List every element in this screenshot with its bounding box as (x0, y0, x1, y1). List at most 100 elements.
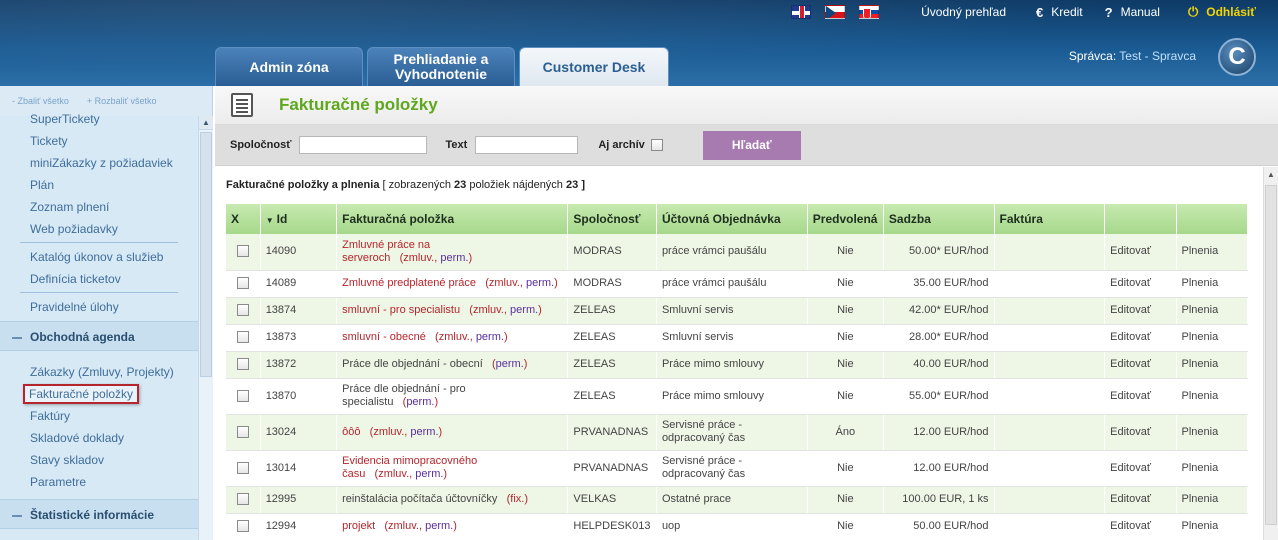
company-input[interactable] (298, 136, 427, 154)
invoice-cell (994, 450, 1106, 487)
edit-link[interactable]: Editovať (1104, 450, 1177, 487)
text-input[interactable] (475, 136, 579, 154)
sidebar-item-supertickets[interactable]: SuperTickety (0, 108, 198, 130)
sidebar-item-minizakazky[interactable]: miniZákazky z požiadaviek (0, 152, 198, 174)
admin-user-name[interactable]: Test - Spravca (1119, 49, 1196, 63)
company-cell: PRVANADNAS (567, 450, 657, 487)
czech-flag-icon[interactable] (825, 5, 846, 19)
invoice-cell (994, 513, 1106, 540)
row-checkbox[interactable] (236, 331, 249, 344)
row-checkbox[interactable] (236, 304, 249, 317)
sidebar-item-recurring-tasks[interactable]: Pravidelné úlohy (0, 296, 198, 318)
edit-link[interactable]: Editovať (1104, 324, 1177, 352)
edit-link[interactable]: Editovať (1104, 513, 1177, 540)
sidebar-item-parameters[interactable]: Parametre (0, 471, 198, 493)
row-checkbox[interactable] (236, 493, 249, 506)
sidebar-item-plan[interactable]: Plán (0, 174, 198, 196)
row-select-cell (226, 486, 261, 514)
item-name[interactable]: smluvní - obecné (342, 331, 426, 343)
row-select-cell (226, 297, 261, 325)
tab-customer-desk[interactable]: Customer Desk (519, 47, 669, 86)
sidebar-item-stock-levels[interactable]: Stavy skladov (0, 449, 198, 471)
column-header-invoice[interactable]: Faktúra (994, 204, 1106, 234)
edit-link[interactable]: Editovať (1104, 351, 1177, 379)
row-checkbox[interactable] (236, 277, 249, 290)
rate-cell: 12.00 EUR/hod (883, 450, 995, 487)
overview-link[interactable]: Úvodný prehľad (921, 5, 1006, 19)
fulfil-link[interactable]: Plnenia (1176, 513, 1249, 540)
order-cell: uop (656, 513, 808, 540)
tab-admin-zone[interactable]: Admin zóna (215, 47, 363, 86)
column-header-rate[interactable]: Sadzba (883, 204, 995, 234)
fulfil-link[interactable]: Plnenia (1176, 297, 1249, 325)
column-header-order[interactable]: Účtovná Objednávka (656, 204, 808, 234)
column-header-id[interactable]: ▼ Id (260, 204, 338, 234)
company-cell: ZELEAS (567, 378, 657, 415)
table-row: 13874 smluvní - pro specialistu (zmluv., … (226, 297, 1249, 325)
sidebar-item-web-requests[interactable]: Web požiadavky (0, 218, 198, 240)
column-header-default[interactable]: Predvolená (807, 204, 884, 234)
sidebar-section-business[interactable]: Obchodná agenda (0, 321, 198, 351)
table-row: 13024 ôôô (zmluv., perm.) PRVANADNAS Servis… (226, 414, 1249, 451)
archive-checkbox[interactable] (650, 139, 663, 151)
item-cell: Práce dle objednání - pro specialistu (pe… (336, 378, 569, 415)
fulfil-link[interactable]: Plnenia (1176, 450, 1249, 487)
rate-cell: 42.00* EUR/hod (883, 297, 995, 325)
edit-link[interactable]: Editovať (1104, 270, 1177, 298)
edit-link[interactable]: Editovať (1104, 234, 1177, 271)
sidebar-item-stock-documents[interactable]: Skladové doklady (0, 427, 198, 449)
item-name[interactable]: reinštalácia počítača účtovníčky (342, 493, 497, 505)
fulfil-link[interactable]: Plnenia (1176, 414, 1249, 451)
row-checkbox[interactable] (236, 389, 249, 402)
row-checkbox[interactable] (236, 245, 249, 258)
logout-link[interactable]: ⏻ Odhlásiť (1188, 4, 1256, 20)
fulfil-link[interactable]: Plnenia (1176, 270, 1249, 298)
column-header-item[interactable]: Fakturačná položka (336, 204, 569, 234)
english-flag-icon[interactable] (791, 5, 812, 19)
edit-link[interactable]: Editovať (1104, 486, 1177, 514)
search-button[interactable]: Hľadať (702, 130, 801, 160)
scrollbar-thumb[interactable] (200, 132, 212, 377)
fulfil-link[interactable]: Plnenia (1176, 486, 1249, 514)
sidebar-item-ticket-definition[interactable]: Definícia ticketov (0, 268, 198, 290)
item-name[interactable]: Zmluvné predplatené práce (342, 277, 476, 289)
sidebar-item-invoices[interactable]: Faktúry (0, 405, 198, 427)
item-name[interactable]: ôôô (342, 426, 360, 438)
order-cell: Servisné práce - odpracovaný čas (656, 450, 808, 487)
row-checkbox[interactable] (236, 461, 249, 474)
sidebar-item-contracts[interactable]: Zákazky (Zmluvy, Projekty) (0, 361, 198, 383)
main-scrollbar[interactable]: ▲ (1263, 167, 1278, 540)
credit-link[interactable]: € Kredit (1036, 5, 1083, 20)
row-checkbox[interactable] (236, 425, 249, 438)
fulfil-link[interactable]: Plnenia (1176, 324, 1249, 352)
scroll-up-icon[interactable]: ▲ (1264, 167, 1278, 181)
row-checkbox[interactable] (236, 520, 249, 533)
row-checkbox[interactable] (236, 358, 249, 371)
scroll-up-icon[interactable]: ▲ (199, 116, 213, 130)
item-name[interactable]: projekt (342, 520, 375, 532)
scrollbar-thumb[interactable] (1265, 185, 1277, 525)
tab-browse-evaluate[interactable]: Prehliadanie a Vyhodnotenie (367, 47, 515, 86)
fulfil-link[interactable]: Plnenia (1176, 234, 1249, 271)
sidebar-section-statistics[interactable]: Štatistické informácie (0, 499, 198, 529)
column-header-company[interactable]: Spoločnosť (567, 204, 657, 234)
edit-link[interactable]: Editovať (1104, 378, 1177, 415)
slovak-flag-icon[interactable] (859, 5, 880, 19)
sidebar-item-fulfilments[interactable]: Zoznam plnení (0, 196, 198, 218)
collapse-all-link[interactable]: - Zbaliť všetko (12, 96, 69, 106)
item-name[interactable]: Práce dle objednání - obecní (342, 358, 483, 370)
edit-link[interactable]: Editovať (1104, 297, 1177, 325)
fulfil-link[interactable]: Plnenia (1176, 351, 1249, 379)
sidebar-scrollbar[interactable]: ▲ (198, 116, 213, 540)
edit-link[interactable]: Editovať (1104, 414, 1177, 451)
item-cell: Evidencia mimopracovného času (zmluv., pe… (336, 450, 569, 487)
item-name[interactable]: smluvní - pro specialistu (342, 304, 460, 316)
sidebar-item-tickets[interactable]: Tickety (0, 130, 198, 152)
default-cell: Nie (807, 324, 884, 352)
sidebar-item-billing-items[interactable]: Fakturačné položky (0, 383, 198, 405)
company-label: Spoločnosť (230, 139, 292, 151)
manual-link[interactable]: ? Manual (1105, 5, 1160, 20)
fulfil-link[interactable]: Plnenia (1176, 378, 1249, 415)
expand-all-link[interactable]: + Rozbaliť všetko (87, 96, 157, 106)
sidebar-item-catalog[interactable]: Katalóg úkonov a služieb (0, 246, 198, 268)
